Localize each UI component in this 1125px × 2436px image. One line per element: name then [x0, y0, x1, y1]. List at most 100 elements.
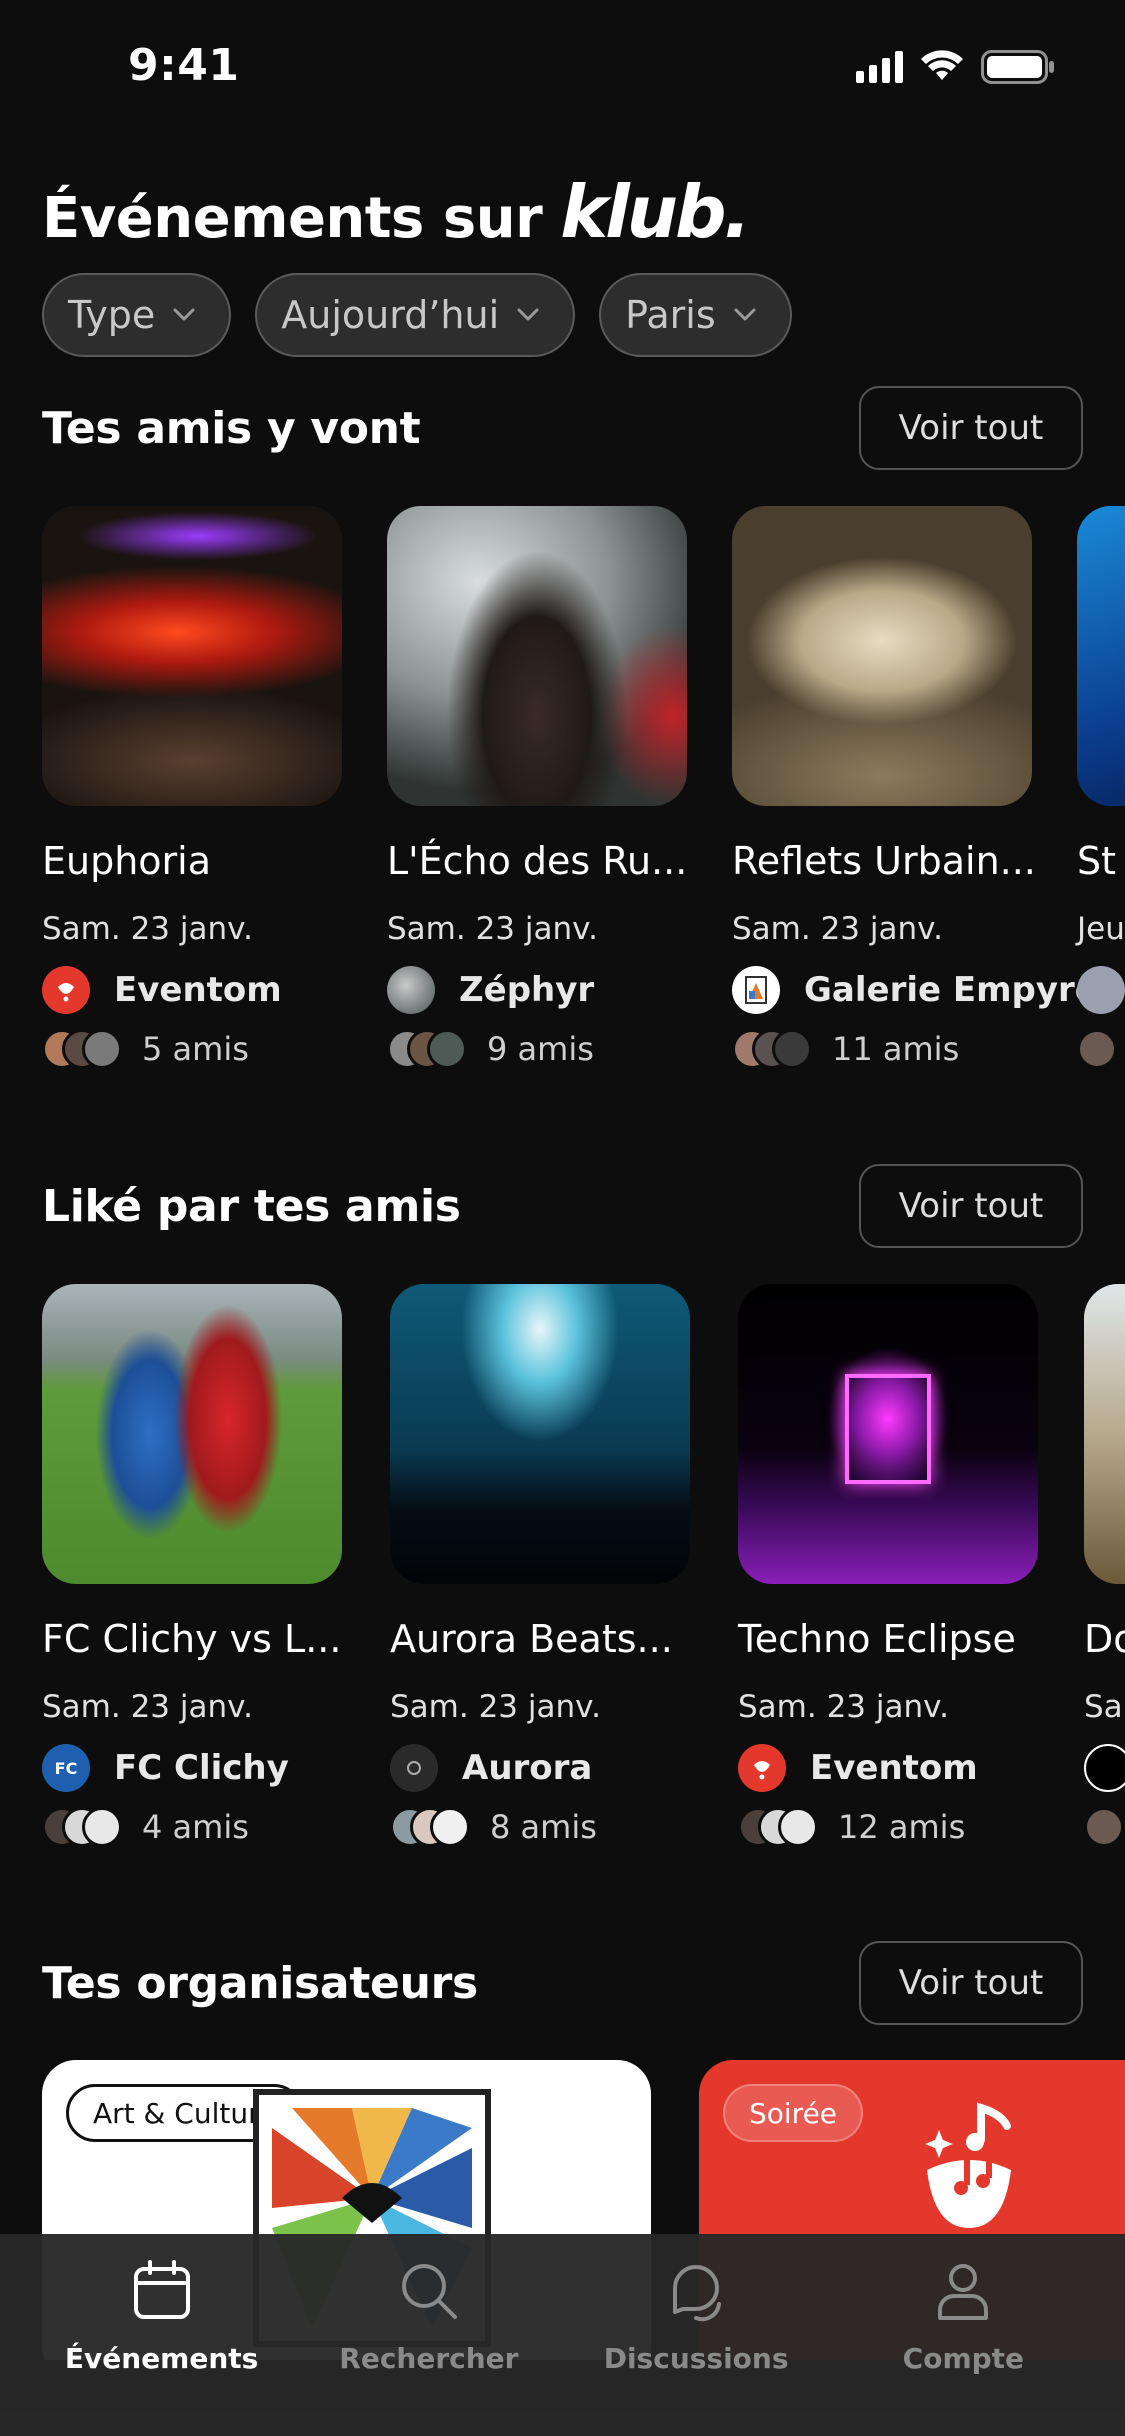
event-card[interactable]: St Jeu: [1077, 506, 1125, 1069]
filter-city[interactable]: Paris: [599, 273, 792, 357]
friends-count: 9 amis: [487, 1030, 594, 1068]
event-title: L'Écho des Ru...: [387, 839, 688, 883]
organizer-name: Eventom: [810, 1748, 978, 1788]
organizer-avatar: [738, 1744, 786, 1792]
friends-liked: 8 amis: [390, 1807, 597, 1847]
event-date: Sam. 23 janv.: [732, 911, 943, 947]
filter-label: Paris: [625, 293, 716, 337]
tab-events[interactable]: Événements: [32, 2234, 292, 2436]
status-bar: 9:41: [0, 0, 1125, 135]
organizer-name: FC Clichy: [114, 1748, 289, 1788]
see-all-button[interactable]: Voir tout: [859, 1164, 1083, 1248]
friends-count: 8 amis: [490, 1808, 597, 1846]
event-card[interactable]: Euphoria Sam. 23 janv. Eventom 5 amis: [42, 506, 342, 1069]
section-organizers: Tes organisateurs Voir tout: [42, 1941, 1083, 2025]
friends-going: 5 amis: [42, 1029, 249, 1069]
event-image: [42, 1284, 342, 1584]
calendar-icon: [133, 2260, 190, 2319]
event-title: Reflets Urbain...: [732, 839, 1036, 883]
event-title: St: [1077, 839, 1117, 883]
event-card[interactable]: Techno Eclipse Sam. 23 janv. Eventom 12 …: [738, 1284, 1038, 1847]
event-row-friends-going: Euphoria Sam. 23 janv. Eventom 5 amis L'…: [0, 506, 1125, 1106]
event-date: Sam. 23 janv.: [42, 911, 253, 947]
event-organizer[interactable]: Zéphyr: [387, 966, 594, 1014]
tab-account[interactable]: Compte: [833, 2234, 1093, 2436]
friend-avatars: [732, 1029, 812, 1069]
event-date: Sam. 23 janv.: [387, 911, 598, 947]
event-organizer[interactable]: [1077, 966, 1125, 1014]
status-icons: [856, 50, 1055, 84]
filter-type[interactable]: Type: [42, 273, 232, 357]
see-all-button[interactable]: Voir tout: [859, 386, 1083, 470]
event-card[interactable]: FC Clichy vs L... Sam. 23 janv. FC FC Cl…: [42, 1284, 342, 1847]
organizer-name: Aurora: [462, 1748, 593, 1788]
friend-avatars: [42, 1807, 122, 1847]
tab-search[interactable]: Rechercher: [299, 2234, 559, 2436]
filter-label: Type: [68, 293, 156, 337]
friends-going: [1077, 1029, 1117, 1069]
friends-count: 12 amis: [838, 1808, 966, 1846]
event-organizer[interactable]: Aurora: [390, 1744, 592, 1792]
event-image: [1077, 506, 1125, 806]
filter-date[interactable]: Aujourd’hui: [255, 273, 576, 357]
event-organizer[interactable]: [1084, 1744, 1125, 1792]
user-icon: [938, 2264, 989, 2320]
page-title-text: Événements sur: [42, 186, 543, 251]
chevron-down-icon: [517, 308, 539, 321]
friend-avatars: [390, 1807, 470, 1847]
event-date: Sam. 23 janv.: [390, 1689, 601, 1725]
event-title: Aurora Beats...: [390, 1617, 673, 1661]
event-card[interactable]: Aurora Beats... Sam. 23 janv. Aurora 8 a…: [390, 1284, 690, 1847]
tab-bar: Événements Rechercher Discussions Compte: [0, 2234, 1125, 2436]
friends-going: 9 amis: [387, 1029, 594, 1069]
organizer-avatar: [732, 966, 780, 1014]
friend-avatars: [42, 1029, 122, 1069]
friends-count: 5 amis: [142, 1030, 249, 1068]
event-date: Sam. 23 janv.: [738, 1689, 949, 1725]
organizer-name: Eventom: [114, 970, 282, 1010]
event-card[interactable]: Reflets Urbain... Sam. 23 janv. Galerie …: [732, 506, 1098, 1069]
organizer-avatar: [1084, 1744, 1125, 1792]
friends-liked: [1084, 1807, 1124, 1847]
friend-avatars: [1084, 1807, 1124, 1847]
event-image: [42, 506, 342, 806]
friends-count: 4 amis: [142, 1808, 249, 1846]
organizer-avatar: [1077, 966, 1125, 1014]
wifi-icon: [921, 50, 963, 80]
event-organizer[interactable]: Eventom: [42, 966, 282, 1014]
event-date: Sam. 23 janv.: [42, 1689, 253, 1725]
section-liked-by-friends: Liké par tes amis Voir tout: [42, 1164, 1083, 1248]
event-title: Euphoria: [42, 839, 212, 883]
event-date: Sa: [1084, 1689, 1123, 1725]
friend-avatars: [387, 1029, 467, 1069]
see-all-button[interactable]: Voir tout: [859, 1941, 1083, 2025]
organizer-name: Zéphyr: [459, 970, 595, 1010]
event-card[interactable]: Do Sa: [1084, 1284, 1125, 1847]
event-date: Jeu: [1077, 911, 1125, 947]
organizer-logo-icon: [745, 976, 767, 1004]
filter-bar: Type Aujourd’hui Paris: [42, 273, 792, 357]
battery-icon: [981, 50, 1054, 84]
event-card[interactable]: L'Écho des Ru... Sam. 23 janv. Zéphyr 9 …: [387, 506, 687, 1069]
section-title: Liké par tes amis: [42, 1180, 461, 1232]
friends-count: 11 amis: [832, 1030, 960, 1068]
cellular-signal-icon: [856, 51, 903, 83]
event-organizer[interactable]: Galerie Empyre: [732, 966, 1098, 1014]
tab-discussions[interactable]: Discussions: [566, 2234, 826, 2436]
event-title: Do: [1084, 1617, 1125, 1661]
chevron-down-icon: [734, 308, 756, 321]
friend-avatars: [1077, 1029, 1117, 1069]
event-image: [390, 1284, 690, 1584]
organizer-avatar: [42, 966, 90, 1014]
friends-liked: 12 amis: [738, 1807, 965, 1847]
event-organizer[interactable]: FC FC Clichy: [42, 1744, 289, 1792]
page-title: Événements sur klub.: [42, 170, 751, 254]
event-organizer[interactable]: Eventom: [738, 1744, 978, 1792]
tab-label: Rechercher: [339, 2342, 519, 2375]
friend-avatars: [738, 1807, 818, 1847]
organizer-name: Galerie Empyre: [804, 970, 1098, 1010]
section-friends-going: Tes amis y vont Voir tout: [42, 386, 1083, 470]
event-image: [387, 506, 687, 806]
section-title: Tes organisateurs: [42, 1957, 478, 2009]
category-tag: Soirée: [723, 2084, 864, 2142]
